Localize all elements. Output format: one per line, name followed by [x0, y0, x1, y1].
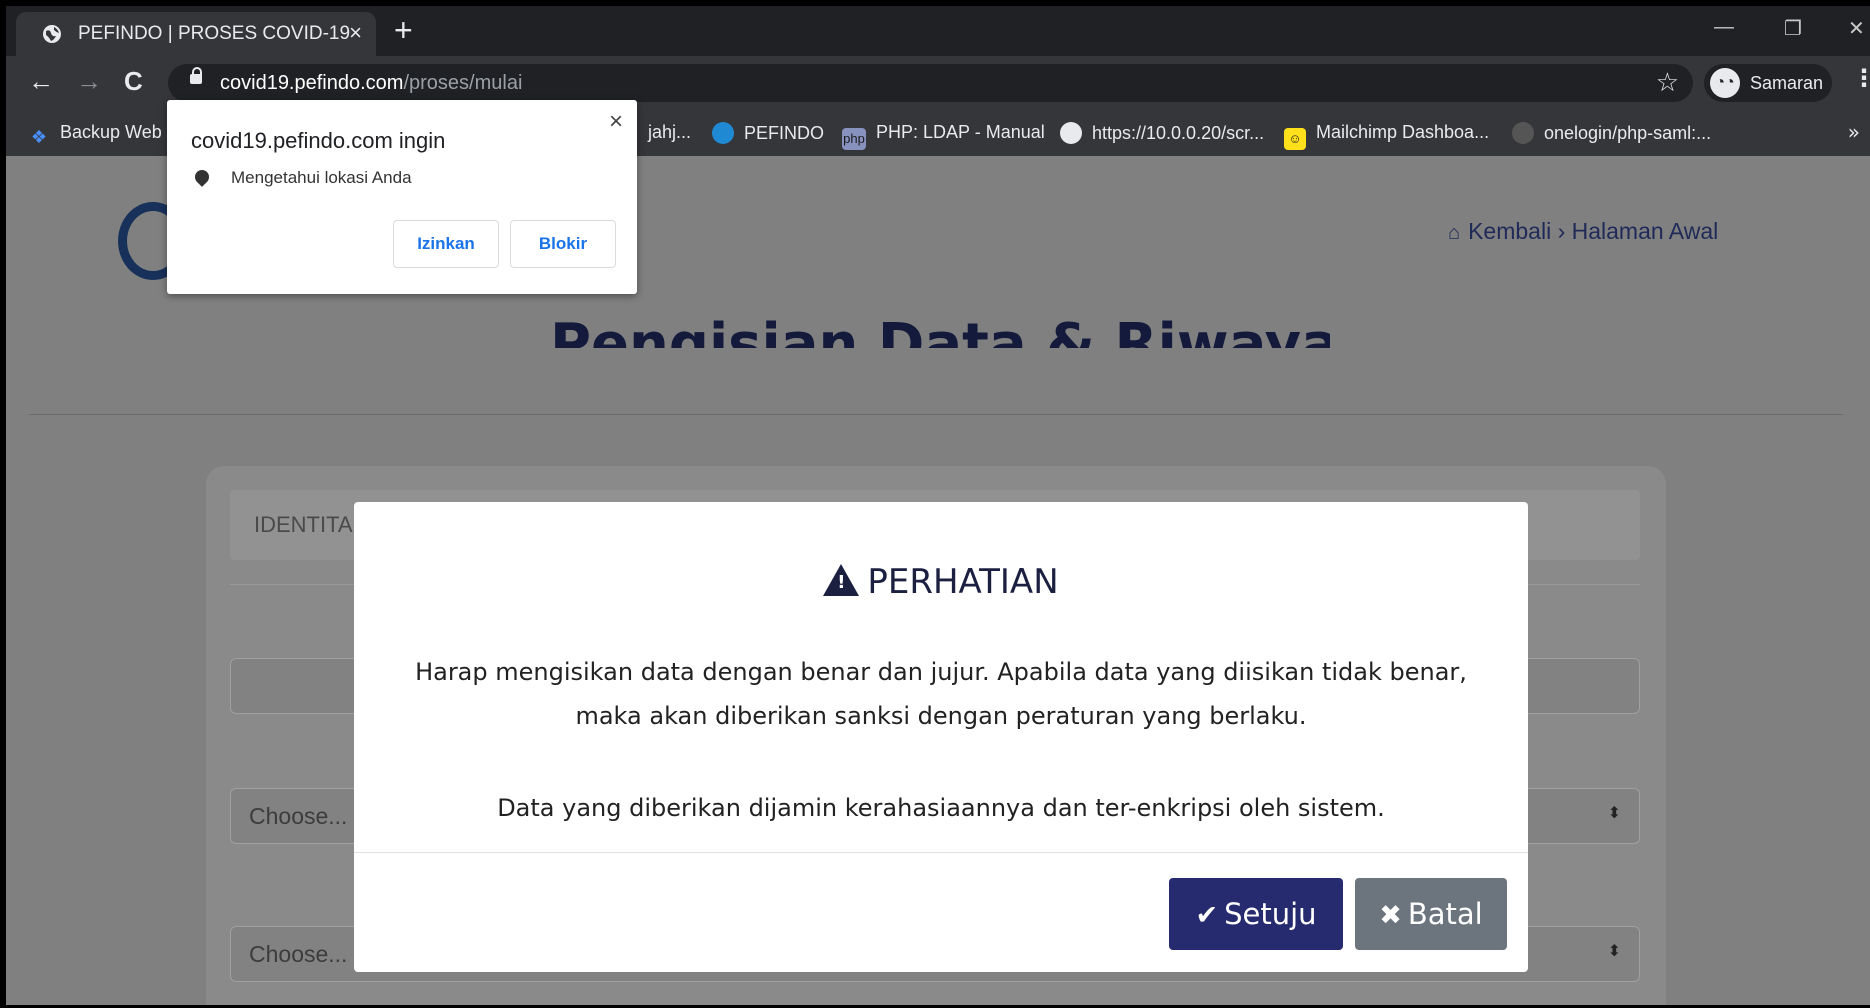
- forward-icon[interactable]: →: [76, 66, 102, 97]
- mailchimp-icon: ☺: [1284, 128, 1306, 150]
- back-icon[interactable]: ←: [28, 66, 54, 97]
- minimize-icon[interactable]: —: [1714, 16, 1734, 39]
- reload-icon[interactable]: C: [124, 66, 143, 97]
- x-icon: ✖: [1379, 900, 1402, 931]
- new-tab-icon[interactable]: +: [394, 12, 413, 49]
- location-permission-popup: covid19.pefindo.com ingin × Mengetahui l…: [167, 100, 637, 294]
- globe-icon: [1060, 122, 1082, 144]
- select-arrow-icon: ⬍: [1607, 805, 1621, 822]
- home-link[interactable]: ⌂ Kembali › Halaman Awal: [1448, 218, 1718, 245]
- modal-message: Harap mengisikan data dengan benar dan j…: [415, 658, 1467, 730]
- modal-divider: [354, 852, 1528, 853]
- bookmarks-overflow-icon[interactable]: »: [1848, 120, 1860, 144]
- bookmark-mailchimp[interactable]: ☺ Mailchimp Dashboa...: [1284, 122, 1489, 150]
- check-icon: ✔: [1195, 900, 1219, 931]
- bookmark-pefindo[interactable]: PEFINDO: [712, 122, 824, 144]
- modal-message-privacy: Data yang diberikan dijamin kerahasiaann…: [497, 794, 1385, 822]
- tab-strip: PEFINDO | PROSES COVID-19 × + — ❐ ✕: [6, 6, 1870, 56]
- lock-icon[interactable]: [190, 67, 202, 84]
- permission-title: covid19.pefindo.com ingin: [191, 128, 446, 153]
- bookmark-https-10-0-0-20[interactable]: https://10.0.0.20/scr...: [1060, 122, 1264, 144]
- allow-button[interactable]: Izinkan: [393, 220, 499, 268]
- address-bar[interactable]: covid19.pefindo.com/proses/mulai ☆: [168, 64, 1693, 102]
- page-title: Pengisian Data & Riwayat: [550, 312, 1330, 348]
- incognito-profile-button[interactable]: ◔◔ Samaran: [1704, 64, 1832, 102]
- permission-request: Mengetahui lokasi Anda: [192, 167, 412, 188]
- select-arrow-icon: ⬍: [1607, 943, 1621, 960]
- close-icon[interactable]: ×: [609, 108, 623, 136]
- bookmark-onelogin[interactable]: onelogin/php-saml:...: [1512, 122, 1711, 144]
- php-icon: php: [842, 128, 866, 150]
- bookmark-php-ldap[interactable]: php PHP: LDAP - Manual: [842, 122, 1045, 150]
- close-window-icon[interactable]: ✕: [1848, 16, 1865, 41]
- home-icon: ⌂: [1448, 222, 1461, 244]
- cancel-button[interactable]: ✖ Batal: [1355, 878, 1507, 950]
- tab-pefindo[interactable]: PEFINDO | PROSES COVID-19 ×: [16, 12, 376, 56]
- modal-title: PERHATIAN: [354, 562, 1528, 602]
- bookmark-star-icon[interactable]: ☆: [1656, 68, 1679, 98]
- dropbox-icon: ❖: [30, 127, 48, 147]
- menu-icon[interactable]: ⋮: [1852, 64, 1870, 92]
- divider: [29, 414, 1843, 415]
- restore-icon[interactable]: ❐: [1784, 16, 1802, 41]
- warning-modal: PERHATIAN Harap mengisikan data dengan b…: [354, 502, 1528, 972]
- select-value: Choose...: [249, 941, 348, 967]
- warning-icon: [823, 564, 860, 596]
- select-value: Choose...: [249, 803, 348, 829]
- bookmark-jahj[interactable]: jahj...: [648, 122, 691, 143]
- github-icon: [1512, 122, 1534, 144]
- tab-title: PEFINDO | PROSES COVID-19: [78, 23, 351, 44]
- browser-window: PEFINDO | PROSES COVID-19 × + — ❐ ✕ ← → …: [6, 6, 1870, 1005]
- incognito-icon: ◔◔: [1710, 68, 1740, 98]
- location-pin-icon: [192, 167, 212, 187]
- tab-close-icon[interactable]: ×: [349, 20, 362, 46]
- agree-button[interactable]: ✔ Setuju: [1169, 878, 1343, 950]
- edge-icon: [712, 122, 734, 144]
- block-button[interactable]: Blokir: [510, 220, 616, 268]
- url-text[interactable]: covid19.pefindo.com/proses/mulai: [220, 72, 522, 95]
- globe-icon: [43, 25, 61, 43]
- bookmark-backup-web[interactable]: ❖ Backup Web: [28, 122, 162, 148]
- profile-name: Samaran: [1750, 73, 1824, 93]
